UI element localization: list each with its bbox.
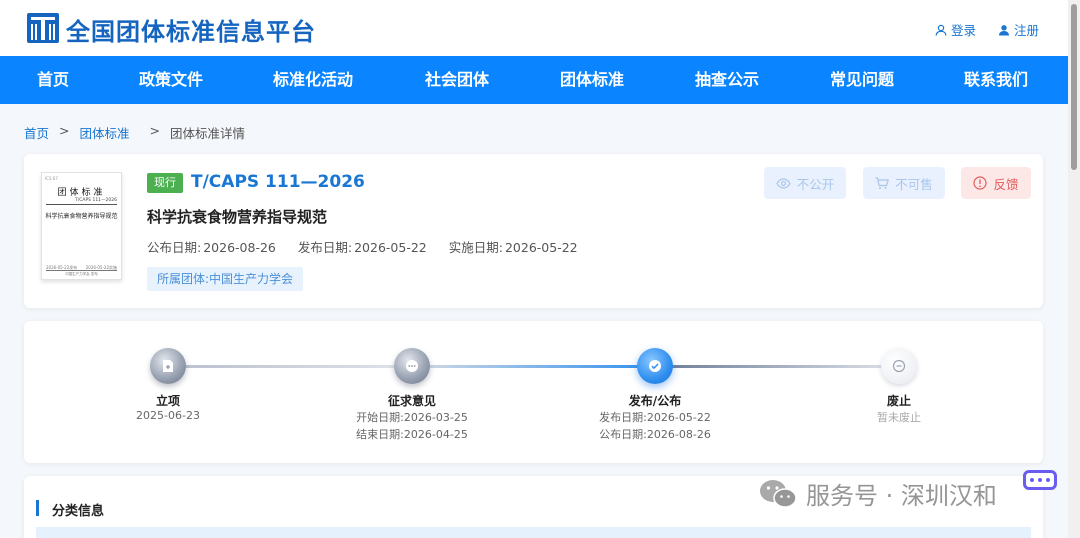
minus-circle-icon: [892, 359, 906, 373]
cover-ics: ICS 67: [45, 176, 58, 181]
user-solid-icon: [999, 24, 1009, 35]
page-scrollbar[interactable]: [1068, 0, 1080, 538]
org-tag[interactable]: 所属团体:中国生产力学会: [147, 267, 304, 291]
timeline-connector: [412, 365, 656, 368]
standard-detail-card: ICS 67 团体标准 T/CAPS 111—2026 科学抗衰食物营养指导规范…: [24, 154, 1043, 308]
site-header: 全国团体标准信息平台 登录 注册: [0, 0, 1068, 56]
timeline-step-comments: [394, 348, 430, 384]
breadcrumb-home[interactable]: 首页: [24, 123, 49, 142]
watermark-text: 服务号 · 深圳汉和: [806, 482, 997, 510]
chat-support-icon[interactable]: [1023, 470, 1057, 490]
nav-policy[interactable]: 政策文件: [139, 56, 203, 104]
nav-faq[interactable]: 常见问题: [830, 56, 894, 104]
feedback-label: 反馈: [993, 176, 1019, 192]
nav-home[interactable]: 首页: [37, 56, 69, 104]
not-public-button[interactable]: 不公开: [764, 167, 846, 199]
standard-code: T/CAPS 111—2026: [191, 172, 365, 192]
alert-circle-icon: [973, 176, 988, 190]
breadcrumb-current: 团体标准详情: [170, 126, 246, 141]
date-publish: 发布日期: 2026-05-22: [297, 240, 427, 255]
cart-icon: [875, 176, 890, 189]
timeline-step-date: 2025-06-23: [136, 409, 200, 422]
timeline-step-approval: [150, 348, 186, 384]
timeline-step-date: 发布日期:2026-05-22: [599, 411, 711, 424]
not-public-label: 不公开: [796, 176, 835, 192]
cover-name: 科学抗衰食物营养指导规范: [45, 213, 118, 220]
nav-social-groups[interactable]: 社会团体: [425, 56, 489, 104]
scrollbar-thumb[interactable]: [1071, 4, 1077, 170]
check-circle-icon: [649, 360, 661, 372]
timeline-step-publish: [637, 348, 673, 384]
document-icon: [163, 360, 173, 372]
timeline-step-label: 征求意见: [387, 394, 437, 408]
org-label: 所属团体:: [157, 272, 210, 286]
timeline-step-label: 发布/公布: [628, 394, 682, 408]
org-name: 中国生产力学会: [209, 272, 294, 286]
breadcrumb-separator: >: [149, 123, 160, 138]
breadcrumb: 首页 > 团体标准 > 团体标准详情: [24, 123, 245, 142]
timeline-connector: [655, 365, 899, 368]
cover-divider: [46, 270, 117, 271]
login-link[interactable]: 登录: [935, 20, 976, 39]
nav-standardization-activities[interactable]: 标准化活动: [273, 56, 353, 104]
timeline-step-abolish: [881, 348, 917, 384]
login-label: 登录: [951, 23, 977, 38]
nav-group-standards[interactable]: 团体标准: [560, 56, 624, 104]
cover-divider: [46, 204, 117, 205]
lifecycle-timeline-card: 立项 2025-06-23 征求意见 开始日期:2026-03-25 结束日期:…: [24, 321, 1043, 463]
section-accent-bar: [36, 500, 39, 516]
timeline-step-label: 废止: [886, 394, 912, 408]
wechat-icon: [760, 479, 797, 508]
feedback-button[interactable]: 反馈: [961, 167, 1031, 199]
site-logo[interactable]: [27, 13, 59, 43]
date-implement: 实施日期: 2026-05-22: [448, 240, 578, 255]
main-nav: 首页 政策文件 标准化活动 社会团体 团体标准 抽查公示 常见问题 联系我们: [0, 56, 1068, 104]
timeline-step-status: 暂未废止: [877, 411, 921, 424]
cover-org: 中国生产力学会 发布: [65, 272, 98, 276]
breadcrumb-separator: >: [59, 123, 70, 138]
register-link[interactable]: 注册: [998, 20, 1039, 39]
standard-cover-thumbnail[interactable]: ICS 67 团体标准 T/CAPS 111—2026 科学抗衰食物营养指导规范…: [41, 172, 122, 280]
standard-name: 科学抗衰食物营养指导规范: [147, 208, 328, 226]
timeline-step-date: 公布日期:2026-08-26: [599, 428, 711, 441]
comment-dots-icon: [406, 360, 418, 372]
breadcrumb-group-standards[interactable]: 团体标准: [80, 123, 130, 142]
timeline-connector: [168, 365, 412, 368]
nav-spot-check[interactable]: 抽查公示: [695, 56, 759, 104]
status-badge: 现行: [147, 173, 183, 193]
section-title: 分类信息: [52, 504, 105, 519]
timeline-step-date: 结束日期:2026-04-25: [356, 428, 468, 441]
date-announce: 公布日期: 2026-08-26: [147, 240, 276, 255]
not-for-sale-label: 不可售: [895, 176, 933, 192]
nav-contact[interactable]: 联系我们: [964, 56, 1028, 104]
cover-title: 团体标准: [57, 188, 106, 198]
user-outline-icon: [935, 24, 947, 36]
not-for-sale-button[interactable]: 不可售: [863, 167, 945, 199]
register-label: 注册: [1014, 23, 1040, 38]
site-title[interactable]: 全国团体标准信息平台: [66, 12, 316, 47]
classification-table-header: [36, 527, 1031, 538]
timeline-step-label: 立项: [155, 394, 181, 408]
cover-number: T/CAPS 111—2026: [74, 198, 117, 203]
timeline-step-date: 开始日期:2026-03-25: [356, 411, 468, 424]
standard-dates: 公布日期: 2026-08-26 发布日期: 2026-05-22 实施日期: 202…: [147, 237, 578, 256]
eye-icon: [776, 177, 791, 189]
watermark: 服务号 · 深圳汉和: [758, 476, 997, 511]
